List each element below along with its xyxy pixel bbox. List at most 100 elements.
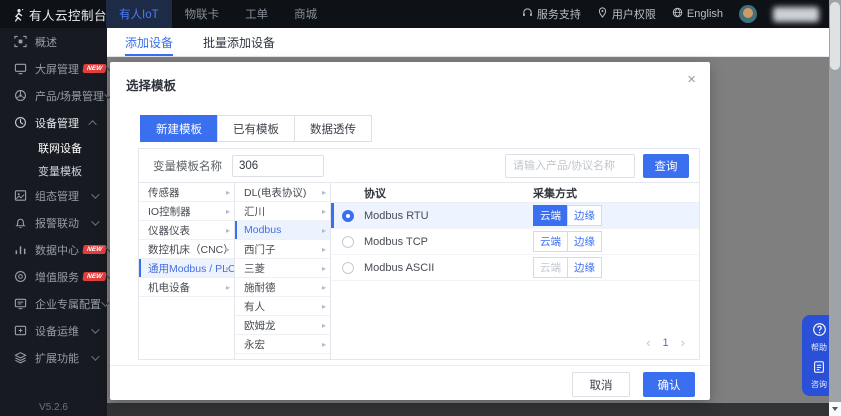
arrow-right-icon: ▸: [226, 226, 230, 235]
sidebar-item-extensions[interactable]: 扩展功能: [0, 344, 107, 371]
sidebar-subitem-networked-devices[interactable]: 联网设备: [0, 136, 107, 159]
sidebar-item-product-scene[interactable]: 产品/场景管理: [0, 82, 107, 109]
cloud-collect-button: 云端: [533, 257, 568, 278]
brand-inovance[interactable]: 汇川▸: [235, 202, 330, 221]
category-cnc[interactable]: 数控机床（CNC）▸: [139, 240, 234, 259]
tab-data-passthrough[interactable]: 数据透传: [294, 115, 372, 142]
sidebar-item-screen-mgmt[interactable]: 大屏管理 NEW: [0, 55, 107, 82]
confirm-button[interactable]: 确认: [643, 372, 695, 397]
brand-dl-meter[interactable]: DL(电表协议)▸: [235, 183, 330, 202]
arrow-right-icon: ▸: [226, 264, 230, 273]
brand-fatek[interactable]: 永宏▸: [235, 335, 330, 354]
sidebar-item-alarm-linkage[interactable]: 报警联动: [0, 209, 107, 236]
new-badge: NEW: [82, 64, 106, 73]
scroll-down-icon[interactable]: [829, 402, 841, 416]
user-permission-link[interactable]: 用户权限: [597, 6, 656, 22]
page-number[interactable]: 1: [663, 337, 669, 349]
user-avatar[interactable]: [739, 5, 757, 23]
category-electromechanical[interactable]: 机电设备▸: [139, 278, 234, 297]
arrow-right-icon: ▸: [322, 264, 326, 273]
edge-collect-button[interactable]: 边缘: [567, 205, 602, 226]
top-nav-work-order[interactable]: 工单: [232, 0, 281, 28]
category-column: 传感器▸ IO控制器▸ 仪器仪表▸ 数控机床（CNC）▸ 通用Modbus / …: [139, 183, 235, 360]
scrollbar-thumb[interactable]: [830, 2, 840, 70]
arrow-right-icon: ▸: [322, 302, 326, 311]
service-support-link[interactable]: 服务支持: [522, 6, 581, 22]
header-protocol: 协议: [331, 185, 533, 201]
logo[interactable]: 有人云控制台: [0, 5, 106, 24]
sidebar-subitem-variable-template[interactable]: 变量模板: [0, 159, 107, 182]
consult-float-item[interactable]: 咨询: [811, 360, 827, 390]
modal-footer-divider: [110, 365, 710, 366]
modal-footer: 取消 确认: [572, 372, 695, 397]
arrow-right-icon: ▸: [322, 321, 326, 330]
tab-new-template[interactable]: 新建模板: [140, 115, 218, 142]
prev-page-icon[interactable]: ‹: [646, 335, 650, 350]
search-input[interactable]: [505, 154, 635, 178]
top-nav-iot-card[interactable]: 物联卡: [172, 0, 233, 28]
sidebar-item-device-ops[interactable]: 设备运维: [0, 317, 107, 344]
selection-body: 传感器▸ IO控制器▸ 仪器仪表▸ 数控机床（CNC）▸ 通用Modbus / …: [139, 183, 699, 360]
sidebar-item-enterprise-config[interactable]: 企业专属配置: [0, 290, 107, 317]
brand-omron[interactable]: 欧姆龙▸: [235, 316, 330, 335]
app-version: V5.2.6: [0, 402, 107, 413]
select-template-modal: 选择模板 × 新建模板 已有模板 数据透传 变量模板名称 查询 传感器▸ IO控…: [110, 62, 710, 400]
next-page-icon[interactable]: ›: [681, 335, 685, 350]
protocol-table-header: 协议 采集方式: [331, 183, 699, 203]
template-name-input[interactable]: [232, 155, 324, 177]
arrow-right-icon: ▸: [322, 340, 326, 349]
pagination: ‹ 1 ›: [646, 335, 685, 350]
sidebar-item-device-mgmt[interactable]: 设备管理: [0, 109, 107, 136]
header-method: 采集方式: [533, 185, 577, 201]
overview-icon: [14, 35, 27, 48]
arrow-right-icon: ▸: [226, 245, 230, 254]
table-row-modbus-rtu[interactable]: Modbus RTU 云端 边缘: [331, 203, 699, 229]
top-nav-usr-iot[interactable]: 有人IoT: [106, 0, 172, 28]
table-row-modbus-ascii[interactable]: Modbus ASCII 云端 边缘: [331, 255, 699, 281]
chevron-down-icon: [91, 352, 99, 360]
search-area: 查询: [505, 154, 689, 178]
new-badge: NEW: [82, 245, 106, 254]
brand-column: DL(电表协议)▸ 汇川▸ Modbus▸ 西门子▸ 三菱▸ 施耐德▸ 有人▸ …: [235, 183, 331, 360]
screen-icon: [14, 62, 27, 75]
brand-modbus[interactable]: Modbus▸: [235, 221, 330, 240]
sidebar-item-scada-mgmt[interactable]: 组态管理: [0, 182, 107, 209]
monitor-config-icon: [14, 297, 27, 310]
radio-selected-icon[interactable]: [342, 210, 354, 222]
arrow-right-icon: ▸: [322, 207, 326, 216]
arrow-right-icon: ▸: [322, 245, 326, 254]
protocol-table: 协议 采集方式 Modbus RTU 云端 边缘 Modbus TCP 云端: [331, 183, 699, 360]
language-switcher[interactable]: English: [672, 7, 723, 21]
brand-mitsubishi[interactable]: 三菱▸: [235, 259, 330, 278]
search-button[interactable]: 查询: [643, 154, 689, 178]
tab-existing-template[interactable]: 已有模板: [217, 115, 295, 142]
category-sensor[interactable]: 传感器▸: [139, 183, 234, 202]
category-generic-modbus-plc-dl[interactable]: 通用Modbus / PLC / DL▸: [139, 259, 234, 278]
tab-batch-add-device[interactable]: 批量添加设备: [203, 28, 275, 56]
top-nav-mall[interactable]: 商城: [281, 0, 330, 28]
brand-usr[interactable]: 有人▸: [235, 297, 330, 316]
radio-unselected-icon[interactable]: [342, 262, 354, 274]
sidebar-item-data-center[interactable]: 数据中心 NEW: [0, 236, 107, 263]
cloud-collect-button[interactable]: 云端: [533, 205, 568, 226]
brand-schneider[interactable]: 施耐德▸: [235, 278, 330, 297]
edge-collect-button[interactable]: 边缘: [567, 257, 602, 278]
arrow-right-icon: ▸: [226, 283, 230, 292]
cancel-button[interactable]: 取消: [572, 372, 630, 397]
scrollbar[interactable]: [829, 0, 841, 416]
sidebar-item-value-added[interactable]: 增值服务 NEW: [0, 263, 107, 290]
bar-chart-icon: [14, 243, 27, 256]
cloud-collect-button[interactable]: 云端: [533, 231, 568, 252]
radio-unselected-icon[interactable]: [342, 236, 354, 248]
document-icon: [812, 360, 826, 377]
sidebar-item-overview[interactable]: 概述: [0, 28, 107, 55]
category-instrument[interactable]: 仪器仪表▸: [139, 221, 234, 240]
brand-siemens[interactable]: 西门子▸: [235, 240, 330, 259]
help-float-item[interactable]: 帮助: [811, 322, 827, 353]
arrow-right-icon: ▸: [322, 226, 326, 235]
close-icon[interactable]: ×: [687, 71, 696, 88]
table-row-modbus-tcp[interactable]: Modbus TCP 云端 边缘: [331, 229, 699, 255]
category-io-controller[interactable]: IO控制器▸: [139, 202, 234, 221]
edge-collect-button[interactable]: 边缘: [567, 231, 602, 252]
tab-add-device[interactable]: 添加设备: [125, 28, 173, 56]
